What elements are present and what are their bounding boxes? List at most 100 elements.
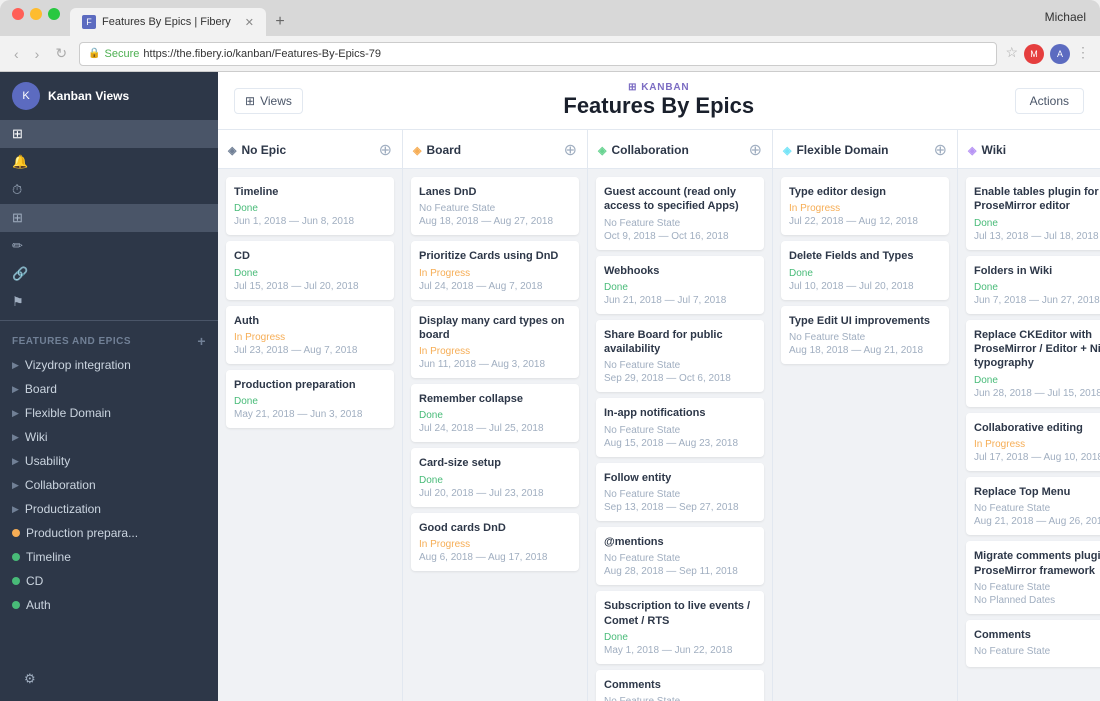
sidebar-item-1[interactable]: ▶Board xyxy=(0,377,218,401)
sidebar-item-3[interactable]: ▶Wiki xyxy=(0,425,218,449)
card-date: May 21, 2018 — Jun 3, 2018 xyxy=(234,409,386,420)
card-status: Done xyxy=(604,282,756,293)
card-status: Done xyxy=(419,475,571,486)
views-button[interactable]: ⊞ Views xyxy=(234,88,303,114)
table-row[interactable]: Prioritize Cards using DnD In Progress J… xyxy=(411,241,579,299)
card-date: Aug 6, 2018 — Aug 17, 2018 xyxy=(419,552,571,563)
card-status: In Progress xyxy=(419,268,571,279)
table-row[interactable]: Good cards DnD In Progress Aug 6, 2018 —… xyxy=(411,513,579,571)
card-date: Sep 13, 2018 — Sep 27, 2018 xyxy=(604,502,756,513)
sidebar-item-9[interactable]: CD xyxy=(0,569,218,593)
card-title: Display many card types on board xyxy=(419,314,571,343)
table-row[interactable]: Comments No Feature State xyxy=(596,670,764,701)
lock-icon: 🔒 xyxy=(88,48,100,59)
column-title-text: Collaboration xyxy=(611,143,688,157)
card-date: No Planned Dates xyxy=(974,595,1100,606)
sidebar-item-0[interactable]: ▶Vizydrop integration xyxy=(0,353,218,377)
browser-tab[interactable]: F Features By Epics | Fibery ✕ xyxy=(70,8,266,36)
card-status: Done xyxy=(974,218,1100,229)
column-icon: ◈ xyxy=(783,144,791,157)
table-row[interactable]: Timeline Done Jun 1, 2018 — Jun 8, 2018 xyxy=(226,177,394,235)
column-add-button[interactable]: ⊕ xyxy=(749,140,762,160)
card-title: CD xyxy=(234,249,386,263)
card-date: Jul 24, 2018 — Jul 25, 2018 xyxy=(419,423,571,434)
column-add-button[interactable]: ⊕ xyxy=(564,140,577,160)
table-row[interactable]: Folders in Wiki Done Jun 7, 2018 — Jun 2… xyxy=(966,256,1100,314)
tab-favicon: F xyxy=(82,15,96,29)
section-add-icon[interactable]: + xyxy=(197,333,206,349)
table-row[interactable]: Collaborative editing In Progress Jul 17… xyxy=(966,413,1100,471)
card-title: Type editor design xyxy=(789,185,941,199)
flag-icon: ⚑ xyxy=(12,294,24,310)
menu-icon[interactable]: ⋮ xyxy=(1076,44,1090,64)
sidebar-nav-grid[interactable]: ⊞ xyxy=(0,204,218,232)
bookmark-icon[interactable]: ☆ xyxy=(1005,44,1018,64)
table-row[interactable]: Follow entity No Feature State Sep 13, 2… xyxy=(596,463,764,521)
forward-button[interactable]: › xyxy=(31,44,44,64)
table-row[interactable]: In-app notifications No Feature State Au… xyxy=(596,398,764,456)
table-row[interactable]: Production preparation Done May 21, 2018… xyxy=(226,370,394,428)
window-minimize[interactable] xyxy=(30,8,42,20)
table-row[interactable]: Auth In Progress Jul 23, 2018 — Aug 7, 2… xyxy=(226,306,394,364)
table-row[interactable]: Replace CKEditor with ProseMirror / Edit… xyxy=(966,320,1100,407)
sidebar-item-label: Wiki xyxy=(25,430,48,444)
table-row[interactable]: Type Edit UI improvements No Feature Sta… xyxy=(781,306,949,364)
table-row[interactable]: Delete Fields and Types Done Jul 10, 201… xyxy=(781,241,949,299)
table-row[interactable]: Comments No Feature State xyxy=(966,620,1100,667)
sidebar-dot xyxy=(12,601,20,609)
column-add-button[interactable]: ⊕ xyxy=(379,140,392,160)
card-status: Done xyxy=(789,268,941,279)
table-row[interactable]: Card-size setup Done Jul 20, 2018 — Jul … xyxy=(411,448,579,506)
sidebar-nav-clock[interactable]: ⏱ xyxy=(0,176,218,204)
tab-close-button[interactable]: ✕ xyxy=(245,16,254,29)
sidebar-item-label: CD xyxy=(26,574,43,588)
back-button[interactable]: ‹ xyxy=(10,44,23,64)
sidebar-nav-pencil[interactable]: ✏ xyxy=(0,232,218,260)
card-status: No Feature State xyxy=(604,553,756,564)
chevron-icon: ▶ xyxy=(12,360,19,371)
table-row[interactable]: Lanes DnD No Feature State Aug 18, 2018 … xyxy=(411,177,579,235)
sidebar-item-10[interactable]: Auth xyxy=(0,593,218,617)
table-row[interactable]: Display many card types on board In Prog… xyxy=(411,306,579,379)
sidebar-item-7[interactable]: Production prepara... xyxy=(0,521,218,545)
table-row[interactable]: @mentions No Feature State Aug 28, 2018 … xyxy=(596,527,764,585)
actions-button[interactable]: Actions xyxy=(1015,88,1084,114)
table-row[interactable]: Replace Top Menu No Feature State Aug 21… xyxy=(966,477,1100,535)
sidebar-item-6[interactable]: ▶Productization xyxy=(0,497,218,521)
table-row[interactable]: Migrate comments plugin to ProseMirror f… xyxy=(966,541,1100,614)
table-row[interactable]: Webhooks Done Jun 21, 2018 — Jul 7, 2018 xyxy=(596,256,764,314)
sidebar-nav-flag[interactable]: ⚑ xyxy=(0,288,218,316)
card-date: Jul 10, 2018 — Jul 20, 2018 xyxy=(789,281,941,292)
sidebar-item-2[interactable]: ▶Flexible Domain xyxy=(0,401,218,425)
sidebar-section-header: FEATURES AND EPICS + xyxy=(12,333,206,349)
window-maximize[interactable] xyxy=(48,8,60,20)
sidebar-nav-bell[interactable]: 🔔 xyxy=(0,148,218,176)
table-row[interactable]: Share Board for public availability No F… xyxy=(596,320,764,393)
sidebar-nav-link[interactable]: 🔗 xyxy=(0,260,218,288)
card-status: Done xyxy=(234,396,386,407)
sidebar-nav-kanban[interactable]: ⊞ xyxy=(0,120,218,148)
refresh-button[interactable]: ↻ xyxy=(51,43,71,64)
kanban-label: ⊞ KANBAN xyxy=(303,82,1015,93)
sidebar-item-4[interactable]: ▶Usability xyxy=(0,449,218,473)
card-date: Jun 11, 2018 — Aug 3, 2018 xyxy=(419,359,571,370)
card-status: Done xyxy=(419,410,571,421)
table-row[interactable]: CD Done Jul 15, 2018 — Jul 20, 2018 xyxy=(226,241,394,299)
table-row[interactable]: Remember collapse Done Jul 24, 2018 — Ju… xyxy=(411,384,579,442)
sidebar-item-5[interactable]: ▶Collaboration xyxy=(0,473,218,497)
table-row[interactable]: Subscription to live events / Comet / RT… xyxy=(596,591,764,664)
address-bar-input[interactable]: 🔒 Secure https://the.fibery.io/kanban/Fe… xyxy=(79,42,997,66)
sidebar-item-8[interactable]: Timeline xyxy=(0,545,218,569)
table-row[interactable]: Guest account (read only access to speci… xyxy=(596,177,764,250)
card-date: Jul 13, 2018 — Jul 18, 2018 xyxy=(974,231,1100,242)
card-date: Jul 22, 2018 — Aug 12, 2018 xyxy=(789,216,941,227)
window-close[interactable] xyxy=(12,8,24,20)
card-title: Timeline xyxy=(234,185,386,199)
views-grid-icon: ⊞ xyxy=(245,94,255,108)
column-add-button[interactable]: ⊕ xyxy=(934,140,947,160)
table-row[interactable]: Type editor design In Progress Jul 22, 2… xyxy=(781,177,949,235)
table-row[interactable]: Enable tables plugin for ProseMirror edi… xyxy=(966,177,1100,250)
new-tab-button[interactable]: + xyxy=(266,8,294,36)
column-title: ◈ Flexible Domain xyxy=(783,143,889,157)
sidebar-settings[interactable]: ⚙ xyxy=(12,665,206,693)
